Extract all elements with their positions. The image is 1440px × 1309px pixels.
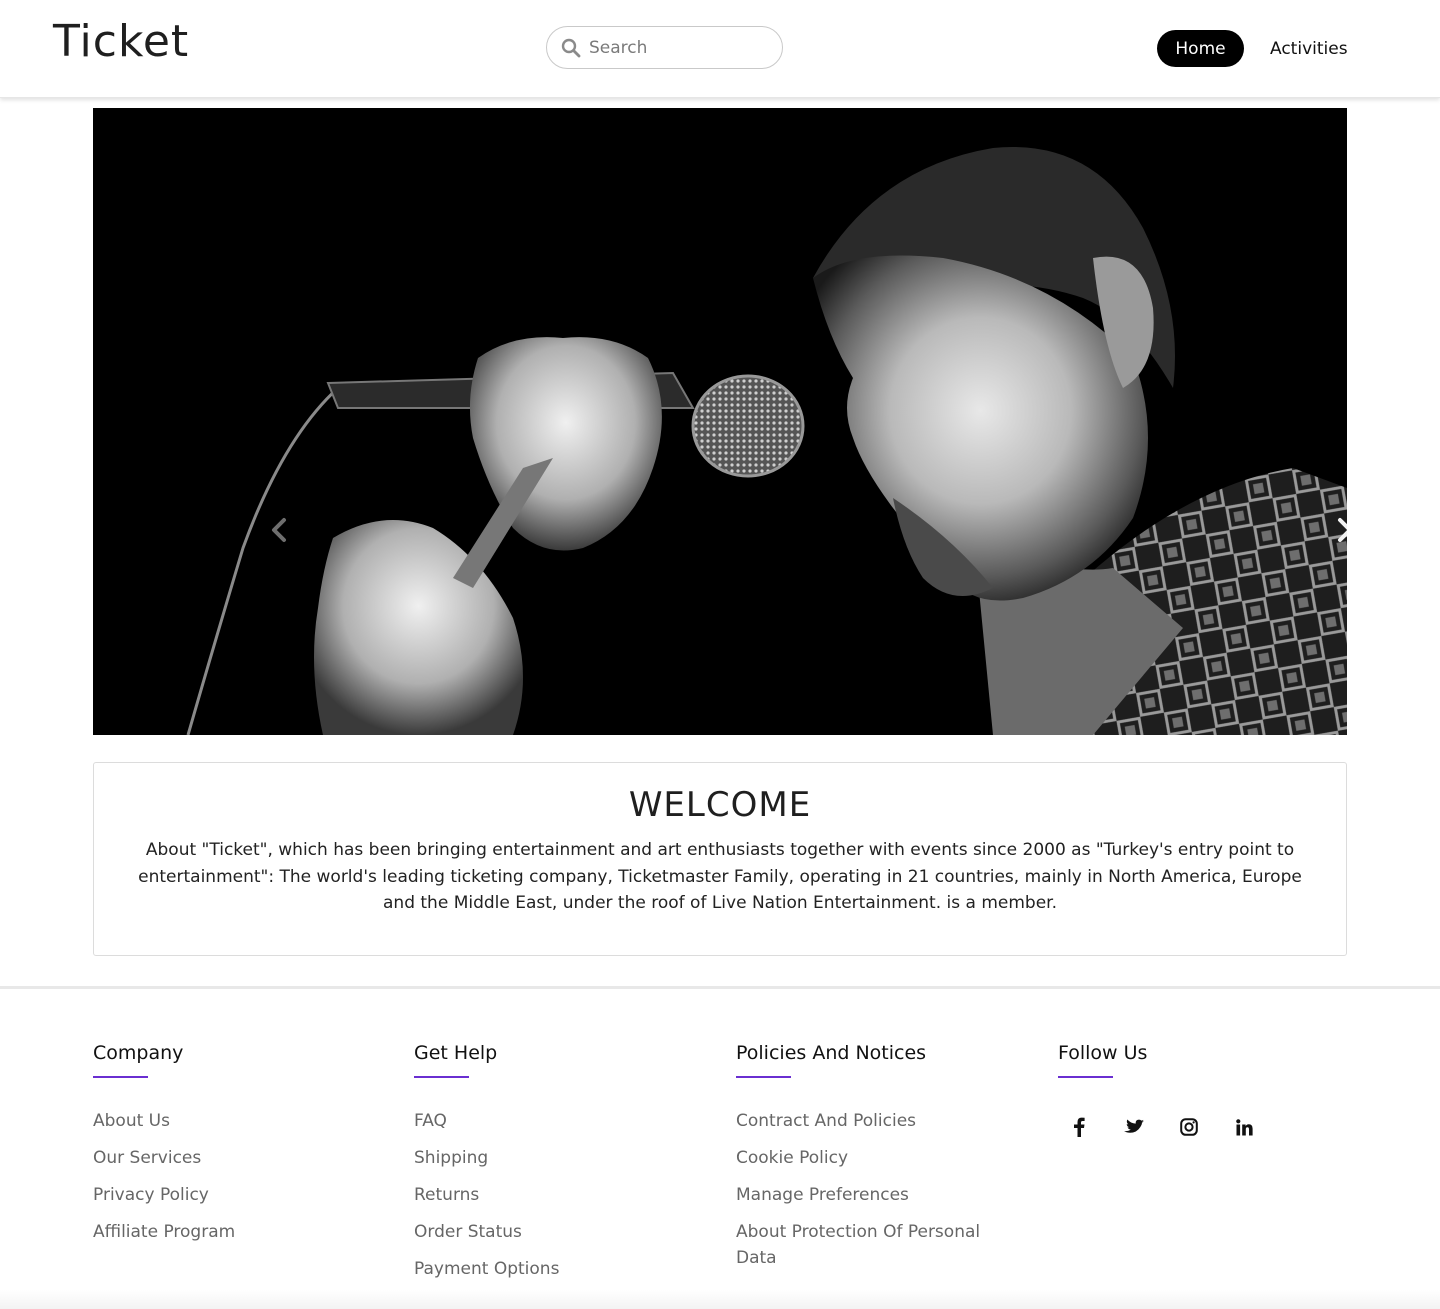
- footer-link-returns[interactable]: Returns: [414, 1182, 684, 1208]
- footer-link-personal-data[interactable]: About Protection Of Personal Data: [736, 1219, 1006, 1271]
- footer-company-column: Company About Us Our Services Privacy Po…: [93, 1042, 393, 1256]
- search-box[interactable]: [546, 26, 783, 69]
- twitter-link[interactable]: [1123, 1116, 1145, 1138]
- footer-follow-title: Follow Us: [1058, 1042, 1148, 1064]
- header: Ticket Home Activities: [0, 0, 1440, 98]
- chevron-left-icon: [272, 518, 286, 542]
- site-logo[interactable]: Ticket: [53, 16, 189, 67]
- title-underline: [414, 1076, 469, 1078]
- social-links: [1068, 1116, 1358, 1138]
- footer-follow-column: Follow Us: [1058, 1042, 1358, 1138]
- linkedin-link[interactable]: [1233, 1116, 1255, 1138]
- carousel-next-button[interactable]: [1327, 512, 1347, 548]
- instagram-link[interactable]: [1178, 1116, 1200, 1138]
- footer-link-payment-options[interactable]: Payment Options: [414, 1256, 684, 1282]
- hero-carousel: [93, 108, 1347, 735]
- chevron-right-icon: [1338, 518, 1347, 542]
- instagram-icon: [1180, 1118, 1198, 1136]
- footer-policies-column: Policies And Notices Contract And Polici…: [736, 1042, 1036, 1282]
- welcome-text: About "Ticket", which has been bringing …: [138, 840, 1302, 913]
- footer-policies-title: Policies And Notices: [736, 1042, 927, 1064]
- title-underline: [1058, 1076, 1113, 1078]
- footer-link-faq[interactable]: FAQ: [414, 1108, 684, 1134]
- linkedin-icon: [1235, 1118, 1253, 1135]
- footer-divider: [0, 986, 1440, 989]
- bottom-shadow: [0, 1290, 1440, 1309]
- welcome-title: WELCOME: [628, 785, 812, 825]
- footer: Company About Us Our Services Privacy Po…: [0, 990, 1440, 1309]
- footer-company-title: Company: [93, 1042, 184, 1064]
- footer-link-contract-and-policies[interactable]: Contract And Policies: [736, 1108, 1006, 1134]
- search-icon: [561, 38, 581, 57]
- title-underline: [93, 1076, 148, 1078]
- nav-home-button[interactable]: Home: [1157, 30, 1244, 67]
- footer-link-privacy-policy[interactable]: Privacy Policy: [93, 1182, 363, 1208]
- footer-help-title: Get Help: [414, 1042, 498, 1064]
- footer-link-affiliate-program[interactable]: Affiliate Program: [93, 1219, 363, 1245]
- search-input[interactable]: [589, 37, 769, 58]
- footer-link-manage-preferences[interactable]: Manage Preferences: [736, 1182, 1006, 1208]
- nav-activities-link[interactable]: Activities: [1270, 30, 1348, 67]
- footer-help-column: Get Help FAQ Shipping Returns Order Stat…: [414, 1042, 714, 1293]
- carousel-prev-button[interactable]: [261, 512, 297, 548]
- facebook-link[interactable]: [1068, 1116, 1090, 1138]
- facebook-icon: [1074, 1117, 1085, 1137]
- footer-link-shipping[interactable]: Shipping: [414, 1145, 684, 1171]
- title-underline: [736, 1076, 791, 1078]
- hero-image: [93, 108, 1347, 735]
- footer-link-our-services[interactable]: Our Services: [93, 1145, 363, 1171]
- welcome-card: WELCOME About "Ticket", which has been b…: [93, 762, 1347, 956]
- footer-link-about-us[interactable]: About Us: [93, 1108, 363, 1134]
- footer-link-order-status[interactable]: Order Status: [414, 1219, 684, 1245]
- twitter-icon: [1124, 1119, 1144, 1133]
- footer-link-cookie-policy[interactable]: Cookie Policy: [736, 1145, 1006, 1171]
